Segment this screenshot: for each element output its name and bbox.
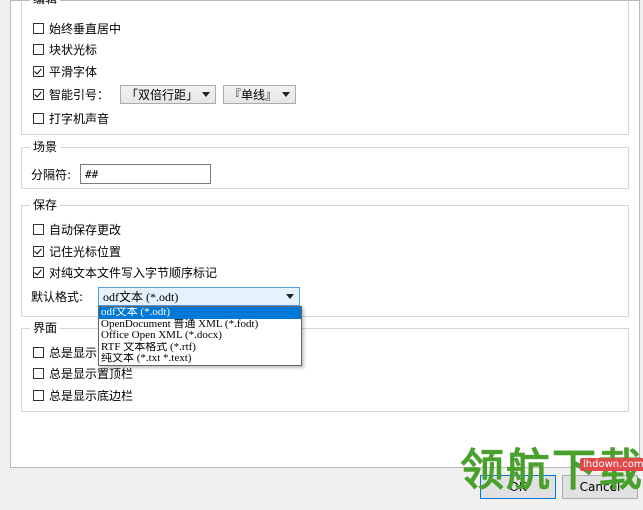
checkbox-box[interactable] [33, 367, 44, 379]
default-format-select[interactable]: odf文本 (*.odt) [98, 287, 300, 306]
default-format-label-text: 默认格式: [31, 289, 84, 304]
watermark-url: lhdown.com [580, 458, 643, 471]
checkbox-remember-cursor[interactable]: 记住光标位置 [33, 242, 121, 260]
checkbox-label: 始终垂直居中 [49, 21, 122, 36]
chevron-down-icon [282, 92, 290, 97]
checkbox-smooth-fonts[interactable]: 平滑字体 [33, 62, 97, 80]
interface-group-title: 界面 [30, 320, 61, 336]
save-group-title: 保存 [30, 197, 61, 213]
checkbox-show-topbar[interactable]: 总是显示置顶栏 [33, 364, 133, 382]
format-option[interactable]: Office Open XML (*.docx) [99, 330, 301, 342]
checkbox-box[interactable] [33, 266, 44, 278]
separator-input[interactable]: ## [80, 164, 211, 184]
checkbox-box[interactable] [33, 346, 44, 358]
checkbox-box[interactable] [33, 88, 44, 100]
default-format-dropdown: odf文本 (*.odt) OpenDocument 普通 XML (*.fod… [98, 306, 302, 366]
checkbox-box[interactable] [33, 112, 44, 124]
preferences-panel: 编辑 始终垂直居中 块状光标 平滑字体 智能引号： 「双倍行距」 『单线』 打字… [10, 0, 640, 468]
checkbox-box[interactable] [33, 43, 44, 55]
format-option[interactable]: odf文本 (*.odt) [99, 307, 301, 319]
checkbox-label: 自动保存更改 [49, 222, 122, 237]
checkbox-always-center[interactable]: 始终垂直居中 [33, 19, 121, 37]
checkbox-typewriter-sound[interactable]: 打字机声音 [33, 109, 109, 127]
double-quote-value: 「双倍行距」 [126, 88, 199, 102]
checkbox-label: 总是显示 [49, 345, 98, 360]
checkbox-block-cursor[interactable]: 块状光标 [33, 40, 97, 58]
single-quote-select[interactable]: 『单线』 [223, 85, 296, 104]
separator-value: ## [85, 167, 99, 181]
scene-group-title: 场景 [30, 139, 61, 155]
checkbox-label: 块状光标 [49, 42, 98, 57]
checkbox-label: 总是显示置顶栏 [49, 366, 134, 381]
editing-group-title: 编辑 [30, 0, 61, 7]
chevron-down-icon [286, 294, 294, 299]
format-option[interactable]: RTF 文本格式 (*.rtf) [99, 342, 301, 354]
checkbox-box[interactable] [33, 245, 44, 257]
checkbox-always-show[interactable]: 总是显示 [33, 343, 97, 361]
format-option[interactable]: 纯文本 (*.txt *.text) [99, 353, 301, 365]
chevron-down-icon [202, 92, 210, 97]
default-format-value: odf文本 (*.odt) [103, 290, 179, 304]
checkbox-label: 对纯文本文件写入字节顺序标记 [49, 265, 218, 280]
checkbox-autosave[interactable]: 自动保存更改 [33, 220, 121, 238]
checkbox-label: 平滑字体 [49, 64, 98, 79]
checkbox-smart-quotes[interactable]: 智能引号： [33, 85, 109, 103]
checkbox-box[interactable] [33, 389, 44, 401]
double-quote-select[interactable]: 「双倍行距」 [120, 85, 216, 104]
separator-label: 分隔符: [31, 165, 71, 183]
format-option[interactable]: OpenDocument 普通 XML (*.fodt) [99, 319, 301, 331]
separator-label-text: 分隔符: [31, 167, 72, 182]
checkbox-box[interactable] [33, 22, 44, 34]
checkbox-label: 总是显示底边栏 [49, 388, 134, 403]
checkbox-label: 打字机声音 [49, 111, 110, 126]
checkbox-show-bottombar[interactable]: 总是显示底边栏 [33, 386, 133, 404]
single-quote-value: 『单线』 [229, 88, 278, 102]
checkbox-label: 智能引号： [49, 87, 110, 102]
default-format-label: 默认格式: [31, 287, 83, 305]
checkbox-write-bom[interactable]: 对纯文本文件写入字节顺序标记 [33, 263, 217, 281]
checkbox-box[interactable] [33, 65, 44, 77]
watermark-logo-text: 领航下载 [460, 445, 643, 496]
checkbox-label: 记住光标位置 [49, 244, 122, 259]
checkbox-box[interactable] [33, 223, 44, 235]
